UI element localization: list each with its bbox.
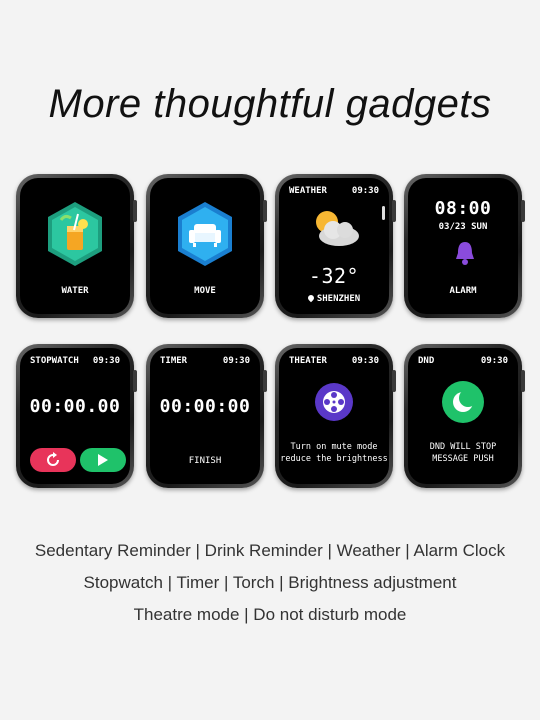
watch-timer: TIMER 09:30 00:00:00 FINISH [146, 344, 267, 488]
location-pin-icon [306, 293, 316, 303]
watch-weather: WEATHER 09:30 -32° SHENZHEN [275, 174, 396, 318]
watch-screen-move: MOVE [150, 178, 260, 314]
watch-crown [263, 200, 267, 222]
watch-dnd: DND 09:30 DND WILL STOP MESSAGE PUSH [404, 344, 525, 488]
watch-alarm: 08:00 03/23 SUN ALARM [404, 174, 525, 318]
theater-title: THEATER [289, 356, 327, 366]
bell-icon [456, 242, 474, 265]
watch-screen-weather: WEATHER 09:30 -32° SHENZHEN [279, 178, 389, 314]
watch-grid: WATER MOVE WEATHER 09:30 -32° SHENZHEN 0… [16, 174, 526, 494]
watch-crown [133, 370, 137, 392]
watch-crown [133, 200, 137, 222]
watch-crown [263, 370, 267, 392]
watch-crown [521, 370, 525, 392]
weather-temperature: -32° [308, 264, 360, 288]
partly-cloudy-icon [316, 211, 359, 246]
watch-move: MOVE [146, 174, 267, 318]
caption-line-2: Stopwatch | Timer | Torch | Brightness a… [83, 573, 457, 592]
watch-screen-alarm: 08:00 03/23 SUN ALARM [408, 178, 518, 314]
watch-theater: THEATER 09:30 Turn on mute mode reduce t… [275, 344, 396, 488]
watch-screen-stopwatch: STOPWATCH 09:30 00:00.00 [20, 348, 130, 484]
play-icon [98, 454, 108, 466]
dnd-clock: 09:30 [480, 356, 508, 366]
headline: More thoughtful gadgets [48, 82, 492, 126]
start-button[interactable] [80, 448, 126, 472]
dnd-line2: MESSAGE PUSH [432, 454, 494, 464]
sofa-icon [178, 202, 232, 266]
drink-water-icon [48, 202, 102, 266]
watch-stopwatch: STOPWATCH 09:30 00:00.00 [16, 344, 137, 488]
weather-time: 09:30 [351, 186, 379, 196]
theater-clock: 09:30 [351, 356, 379, 366]
stopwatch-title: STOPWATCH [30, 356, 79, 366]
caption-line-1: Sedentary Reminder | Drink Reminder | We… [34, 541, 506, 560]
film-reel-icon [315, 383, 353, 421]
timer-value: 00:00:00 [159, 396, 251, 417]
watch-crown [392, 200, 396, 222]
reset-button[interactable] [30, 448, 76, 472]
dnd-title: DND [418, 356, 435, 366]
move-label: MOVE [194, 286, 216, 296]
watch-screen-water: WATER [20, 178, 130, 314]
alarm-time: 08:00 [434, 198, 492, 219]
timer-clock: 09:30 [222, 356, 250, 366]
watch-screen-dnd: DND 09:30 DND WILL STOP MESSAGE PUSH [408, 348, 518, 484]
feature-captions: Sedentary Reminder | Drink Reminder | We… [0, 540, 540, 636]
watch-crown [521, 200, 525, 222]
watch-screen-theater: THEATER 09:30 Turn on mute mode reduce t… [279, 348, 389, 484]
watch-screen-timer: TIMER 09:30 00:00:00 FINISH [150, 348, 260, 484]
water-label: WATER [61, 286, 89, 296]
timer-title: TIMER [160, 356, 188, 366]
stopwatch-clock: 09:30 [92, 356, 120, 366]
watch-crown [392, 370, 396, 392]
watch-water: WATER [16, 174, 137, 318]
theater-line1: Turn on mute mode [290, 442, 378, 452]
weather-title: WEATHER [289, 186, 327, 196]
moon-icon [442, 381, 484, 423]
reset-icon [47, 452, 59, 466]
caption-line-3: Theatre mode | Do not disturb mode [133, 605, 407, 624]
weather-city: SHENZHEN [316, 294, 361, 304]
stopwatch-value: 00:00.00 [29, 396, 121, 417]
finish-button[interactable]: FINISH [150, 456, 260, 466]
alarm-date: 03/23 SUN [438, 222, 488, 232]
dnd-line1: DND WILL STOP [429, 442, 497, 452]
theater-line2: reduce the brightness [280, 454, 388, 464]
weather-location: SHENZHEN [279, 293, 389, 304]
scroll-indicator [382, 206, 385, 220]
alarm-label: ALARM [449, 286, 477, 296]
